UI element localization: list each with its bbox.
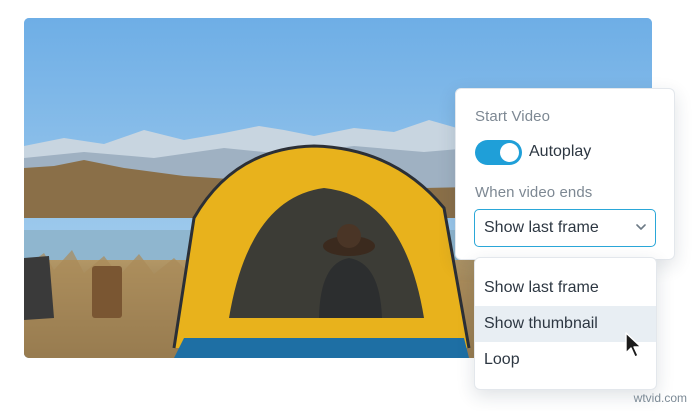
- watermark-text: wtvid.com: [633, 391, 687, 405]
- autoplay-label: Autoplay: [529, 143, 592, 160]
- when-video-ends-label: When video ends: [475, 184, 593, 201]
- video-end-select[interactable]: Show last frame: [474, 209, 656, 247]
- mouse-cursor-icon: [625, 332, 642, 358]
- video-end-dropdown: Show last frame Show thumbnail Loop: [474, 257, 657, 390]
- start-video-label: Start Video: [475, 108, 551, 125]
- toggle-knob: [500, 143, 519, 162]
- option-show-last-frame[interactable]: Show last frame: [475, 270, 656, 306]
- chevron-down-icon: [636, 224, 646, 230]
- autoplay-toggle[interactable]: [475, 140, 522, 165]
- select-current-value: Show last frame: [484, 219, 599, 236]
